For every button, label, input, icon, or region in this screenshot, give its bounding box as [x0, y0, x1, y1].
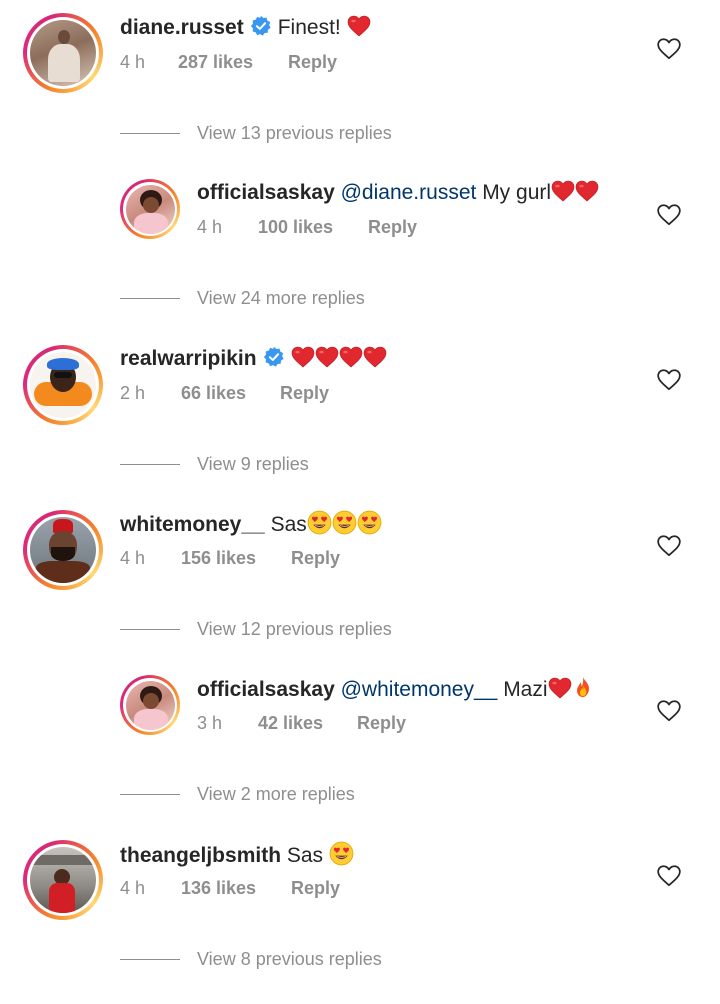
username[interactable]: realwarripikin [120, 347, 257, 370]
username[interactable]: officialsaskay [197, 181, 335, 204]
avatar[interactable] [23, 345, 103, 425]
timestamp: 4 h [120, 52, 146, 72]
comment-row: whitemoney__ Sas 4 h 156 likes Reply [0, 496, 720, 596]
divider-line [120, 132, 180, 134]
view-replies-label[interactable]: View 2 more replies [197, 784, 355, 805]
heart-eyes-emoji-icon [329, 841, 354, 866]
divider-line [120, 958, 180, 960]
avatar[interactable] [120, 179, 180, 239]
reply-row: officialsaskay @diane.russet My gurl 4 h… [0, 165, 720, 265]
comment-text-line: whitemoney__ Sas [120, 510, 382, 539]
likes-count[interactable]: 156 likes [181, 546, 291, 570]
comment-meta: 2 h 66 likes Reply [120, 381, 329, 405]
view-replies-link[interactable]: View 13 previous replies [120, 121, 392, 145]
fire-emoji-icon [572, 675, 594, 699]
heart-outline-icon[interactable] [656, 698, 682, 724]
heart-eyes-emoji-icon [357, 510, 382, 535]
likes-count[interactable]: 136 likes [181, 876, 291, 900]
reply-button[interactable]: Reply [368, 215, 417, 239]
comment-meta: 4 h 136 likes Reply [120, 876, 340, 900]
view-replies-link[interactable]: View 8 previous replies [120, 947, 382, 971]
reply-button[interactable]: Reply [291, 546, 340, 570]
view-replies-label[interactable]: View 8 previous replies [197, 949, 382, 970]
heart-outline-icon[interactable] [656, 863, 682, 889]
heart-outline-icon[interactable] [656, 533, 682, 559]
comment-meta: 4 h 287 likes Reply [120, 50, 337, 74]
red-heart-emoji-icon [347, 15, 371, 37]
red-heart-emoji-icon [315, 346, 339, 368]
avatar[interactable] [23, 510, 103, 590]
divider-line [120, 297, 180, 299]
comment-text-line: officialsaskay @diane.russet My gurl [197, 179, 599, 207]
reply-button[interactable]: Reply [291, 876, 340, 900]
comment-text: Mazi [503, 678, 548, 701]
timestamp: 4 h [120, 878, 146, 898]
timestamp: 3 h [197, 713, 223, 733]
verified-badge-icon [250, 15, 272, 37]
heart-outline-icon[interactable] [656, 202, 682, 228]
divider-line [120, 463, 180, 465]
comment-text: My gurl [482, 181, 552, 204]
comment-meta: 4 h 100 likes Reply [197, 215, 417, 239]
username[interactable]: diane.russet [120, 16, 244, 39]
username[interactable]: whitemoney__ [120, 513, 265, 536]
comment-text: Finest! [277, 16, 341, 39]
heart-outline-icon[interactable] [656, 36, 682, 62]
view-replies-label[interactable]: View 13 previous replies [197, 123, 392, 144]
likes-count[interactable]: 42 likes [258, 711, 357, 735]
likes-count[interactable]: 287 likes [178, 50, 288, 74]
red-heart-emoji-icon [339, 346, 363, 368]
divider-line [120, 628, 180, 630]
avatar[interactable] [120, 675, 180, 735]
red-heart-emoji-icon [575, 180, 599, 202]
comment-meta: 3 h 42 likes Reply [197, 711, 406, 735]
heart-outline-icon[interactable] [656, 367, 682, 393]
timestamp: 4 h [197, 217, 223, 237]
comment-meta: 4 h 156 likes Reply [120, 546, 340, 570]
comment-text-line: realwarripikin [120, 345, 387, 373]
view-replies-label[interactable]: View 24 more replies [197, 288, 365, 309]
comment-text-line: officialsaskay @whitemoney__ Mazi [197, 675, 594, 704]
avatar[interactable] [23, 13, 103, 93]
timestamp: 2 h [120, 383, 146, 403]
red-heart-emoji-icon [363, 346, 387, 368]
comment-row: theangeljbsmith Sas 4 h 136 likes Reply [0, 827, 720, 927]
heart-eyes-emoji-icon [332, 510, 357, 535]
avatar[interactable] [23, 840, 103, 920]
red-heart-emoji-icon [291, 346, 315, 368]
mention-link[interactable]: @diane.russet [341, 181, 477, 204]
view-replies-label[interactable]: View 9 replies [197, 454, 309, 475]
timestamp: 4 h [120, 548, 146, 568]
reply-button[interactable]: Reply [280, 381, 329, 405]
view-replies-link[interactable]: View 9 replies [120, 452, 309, 476]
username[interactable]: officialsaskay [197, 678, 335, 701]
view-replies-label[interactable]: View 12 previous replies [197, 619, 392, 640]
divider-line [120, 793, 180, 795]
comment-text: Sas [270, 513, 307, 536]
reply-button[interactable]: Reply [288, 50, 337, 74]
likes-count[interactable]: 100 likes [258, 215, 368, 239]
username[interactable]: theangeljbsmith [120, 844, 281, 867]
mention-link[interactable]: @whitemoney__ [341, 678, 498, 701]
view-replies-link[interactable]: View 12 previous replies [120, 617, 392, 641]
verified-badge-icon [263, 346, 285, 368]
red-heart-emoji-icon [548, 677, 572, 699]
comment-text-line: diane.russet Finest! [120, 14, 371, 42]
red-heart-emoji-icon [551, 180, 575, 202]
view-replies-link[interactable]: View 2 more replies [120, 782, 355, 806]
comment-text: Sas [286, 844, 324, 867]
reply-button[interactable]: Reply [357, 711, 406, 735]
comment-text-line: theangeljbsmith Sas [120, 841, 354, 870]
comment-row: realwarripikin 2 h 66 likes Reply [0, 331, 720, 431]
reply-row: officialsaskay @whitemoney__ Mazi 3 h 42 … [0, 661, 720, 761]
comment-row: diane.russet Finest! 4 h 287 likes Reply [0, 0, 720, 100]
likes-count[interactable]: 66 likes [181, 381, 280, 405]
heart-eyes-emoji-icon [307, 510, 332, 535]
view-replies-link[interactable]: View 24 more replies [120, 286, 365, 310]
